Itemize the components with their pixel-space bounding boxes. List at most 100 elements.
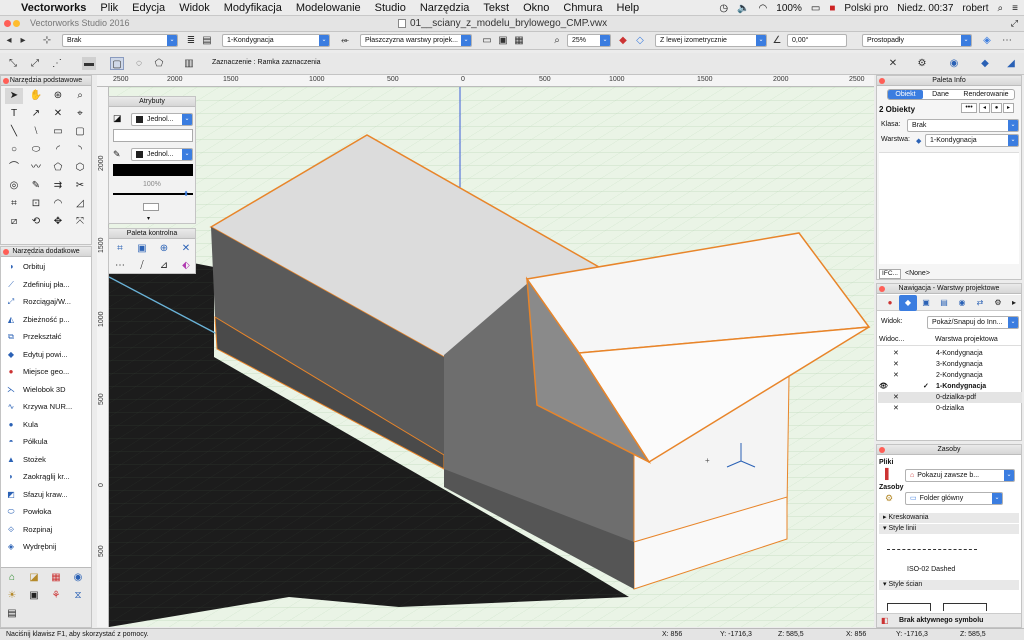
layer-row[interactable]: ✕ 0-dzialka [878, 403, 1022, 414]
layers-icon[interactable]: ◆ [978, 57, 992, 70]
view-dropdown[interactable]: Z lewej izometrycznie ⌄ [655, 34, 767, 47]
fill-dropdown[interactable]: Jednol... ⌄ [131, 113, 193, 126]
resources-title[interactable]: Zasoby [877, 445, 1021, 455]
forward-arrow-icon[interactable]: ▸ [16, 34, 30, 47]
tool-sphere[interactable]: ● Kula [3, 416, 38, 434]
line-tool-icon[interactable]: ╲ [5, 124, 23, 140]
info-class-dropdown[interactable]: Brak ⌄ [907, 119, 1019, 132]
text-tool-icon[interactable]: T [5, 106, 23, 122]
arrowhead-selector[interactable] [143, 203, 159, 211]
grid-snap-icon[interactable]: ⌗ [111, 241, 129, 257]
user-name[interactable]: robert [962, 3, 988, 14]
references-view-icon[interactable]: ⇄ [971, 295, 989, 311]
circle-tool-icon[interactable]: ○ [5, 142, 23, 158]
volume-icon[interactable]: 🔈 [737, 3, 749, 14]
offset-tool-icon[interactable]: ⇉ [49, 178, 67, 194]
input-source[interactable]: Polski pro [844, 3, 888, 14]
menu-modelowanie[interactable]: Modelowanie [289, 0, 368, 16]
page-icon[interactable]: ▭ [480, 34, 494, 47]
intersection-snap-icon[interactable]: ✕ [177, 241, 195, 257]
layer-icon[interactable]: ≣ [184, 34, 198, 47]
tab-data[interactable]: Dane [923, 90, 958, 99]
info-palette-title[interactable]: Paleta Info [877, 76, 1021, 86]
visibility-toggle[interactable]: ✕ [893, 403, 899, 414]
render-mode-icon[interactable]: ◉ [947, 57, 961, 70]
double-line-tool-icon[interactable]: ⧵ [27, 124, 45, 140]
zoom-dropdown[interactable]: 25% ⌄ [567, 34, 611, 47]
menu-widok[interactable]: Widok [172, 0, 217, 16]
view-mode-dropdown[interactable]: Pokaż/Snapuj do Inn... ⌄ [927, 316, 1019, 329]
arrow-tool-icon[interactable]: ➤ [5, 88, 23, 104]
attributes-title[interactable]: Atrybuty [109, 97, 195, 107]
tab-object[interactable]: Obiekt [888, 90, 923, 99]
layer-row[interactable]: ✕ 3-Kondygnacja [878, 359, 1022, 370]
tool-transform[interactable]: ⧉ Przekształć [3, 328, 61, 346]
tool-3d-polygon[interactable]: ⋋ Wielobok 3D [3, 381, 66, 399]
minimize-button[interactable] [13, 20, 20, 27]
drawing-canvas[interactable]: + [109, 87, 874, 627]
menu-plik[interactable]: Plik [93, 0, 125, 16]
visibility-toggle[interactable]: ✕ [893, 392, 899, 403]
quarter-arc-tool-icon[interactable]: ◝ [71, 142, 89, 158]
snap-icon[interactable]: ✕ [886, 57, 900, 70]
basic-tools-title[interactable]: Narzędzia podstawowe [1, 76, 91, 86]
close-palette-icon[interactable] [879, 447, 885, 453]
plane-icon[interactable]: ⬰ [338, 34, 352, 47]
angle-icon[interactable]: ∠ [770, 34, 784, 47]
visibility-column-header[interactable]: Widoc... [879, 334, 904, 346]
working-plane-snap-icon[interactable]: ⬖ [177, 258, 195, 274]
snap-mode-icon[interactable]: ▬ [82, 57, 96, 70]
line-style-preview[interactable] [887, 549, 977, 550]
view-icon[interactable]: ◇ [633, 34, 647, 47]
tool-stretch[interactable]: ⤢ Rozciągaj/W... [3, 293, 71, 311]
navigation-title[interactable]: Nawigacja - Warstwy projektowe [877, 284, 1021, 294]
tool-set-detail-icon[interactable]: ◉ [69, 570, 87, 586]
visibility-toggle[interactable]: ✕ [893, 359, 899, 370]
tool-set-dims-icon[interactable]: ▣ [25, 588, 43, 604]
tool-set-furniture-icon[interactable]: ▦ [47, 570, 65, 586]
search-icon[interactable]: ⌕ [998, 3, 1004, 14]
flyover-tool-icon[interactable]: ⊛ [49, 88, 67, 104]
close-palette-icon[interactable] [3, 249, 9, 255]
model-view[interactable]: + [109, 87, 874, 627]
battery-icon[interactable]: ▭ [811, 3, 820, 14]
layer-row-active[interactable]: 👁 ✓ 1-Kondygnacja [878, 381, 1022, 392]
menu-help[interactable]: Help [610, 0, 647, 16]
horizontal-ruler[interactable]: 2500 2000 1500 1000 500 0 500 1000 1500 … [97, 75, 874, 87]
clock[interactable]: Niedz. 00:37 [897, 3, 953, 14]
files-dropdown[interactable]: ⌂ Pokazuj zawsze b... ⌄ [905, 469, 1015, 482]
close-button[interactable] [4, 20, 11, 27]
saved-views-view-icon[interactable]: ◉ [953, 295, 971, 311]
control-palette-title[interactable]: Paleta kontrolna [109, 229, 195, 239]
wall-style-thumb[interactable] [887, 603, 931, 611]
clip-tool-icon[interactable]: ⊡ [27, 196, 45, 212]
oval-tool-icon[interactable]: ⬭ [27, 142, 45, 158]
line-style-name[interactable]: ISO-02 Dashed [907, 566, 955, 573]
time-machine-icon[interactable]: ◷ [719, 3, 728, 14]
locus-tool-icon[interactable]: ✎ [27, 178, 45, 194]
tool-orbit[interactable]: ◑ Orbituj [3, 258, 46, 276]
tool-nurbs-curve[interactable]: ∿ Krzywa NUR... [3, 398, 73, 416]
section-hatches[interactable]: ▸ Kreskowania [879, 513, 1019, 523]
layer-row[interactable]: ✕ 4-Kondygnacja [878, 348, 1022, 359]
opacity-value[interactable]: 100% [143, 181, 161, 188]
line-thickness-selector[interactable] [113, 193, 193, 199]
heliodon-icon[interactable]: ◢ [1004, 57, 1018, 70]
resource-filter-icon[interactable]: ⚙ [885, 493, 893, 504]
menu-tekst[interactable]: Tekst [476, 0, 516, 16]
tangent-snap-icon[interactable]: ⊿ [155, 258, 173, 274]
back-arrow-icon[interactable]: ◂ [2, 34, 16, 47]
section-wall-styles[interactable]: ▾ Style ścian [879, 580, 1019, 590]
object-snap-icon[interactable]: ▣ [133, 241, 151, 257]
fillet-tool-icon[interactable]: ◠ [49, 196, 67, 212]
preferences-icon[interactable]: ▥ [182, 57, 196, 70]
gear-icon[interactable]: ⚙ [915, 57, 929, 70]
tool-set-building-icon[interactable]: ⌂ [3, 570, 21, 586]
layer-column-header[interactable]: Warstwa projektowa [935, 334, 998, 346]
chamfer-tool-icon[interactable]: ◿ [71, 196, 89, 212]
grid-icon[interactable]: ▦ [512, 34, 526, 47]
menu-vectorworks[interactable]: Vectorworks [14, 0, 93, 16]
view-options-icon[interactable]: ⋯ [1000, 34, 1014, 47]
tool-set-site-icon[interactable]: ◪ [25, 570, 43, 586]
tool-set-3d-icon[interactable]: ⧖ [69, 588, 87, 604]
